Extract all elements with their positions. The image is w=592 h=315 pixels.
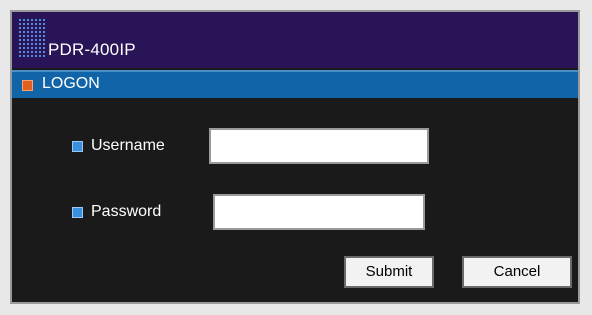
password-label: Password (91, 203, 162, 220)
cancel-button[interactable]: Cancel (462, 256, 572, 288)
login-window: PDR-400IP LOGON Username Password Submit… (10, 10, 580, 304)
username-label: Username (91, 137, 165, 154)
dot-grid-logo-icon (18, 18, 46, 58)
app-title: PDR-400IP (48, 40, 136, 59)
title-bar: PDR-400IP (12, 12, 578, 68)
username-input[interactable] (209, 128, 429, 164)
square-bullet-icon (72, 206, 83, 218)
square-bullet-icon (22, 80, 33, 91)
submit-button[interactable]: Submit (344, 256, 434, 288)
password-row: Password (72, 194, 425, 230)
username-row: Username (72, 128, 429, 164)
section-title: LOGON (42, 75, 100, 92)
square-bullet-icon (72, 140, 83, 152)
section-header: LOGON (12, 70, 578, 98)
password-input[interactable] (213, 194, 425, 230)
